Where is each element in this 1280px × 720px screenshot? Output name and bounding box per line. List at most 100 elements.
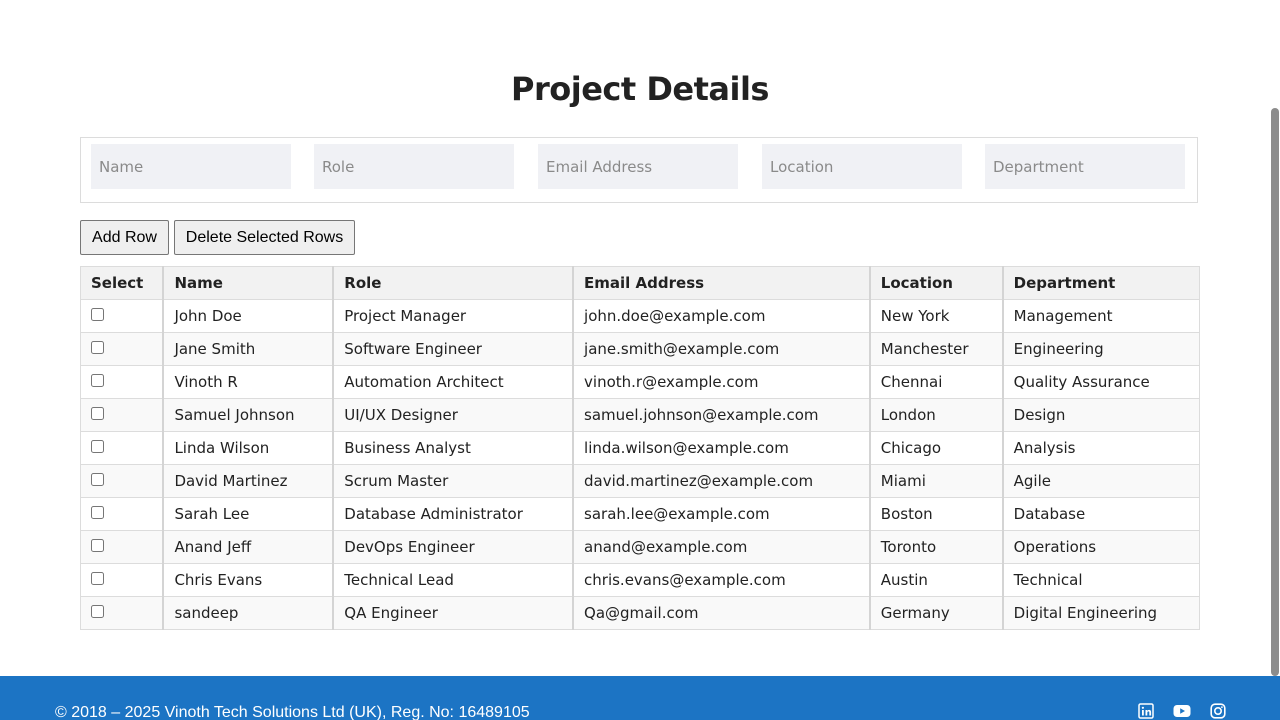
name-cell: Vinoth R xyxy=(162,365,334,399)
table-row: Anand Jeff DevOps Engineer anand@example.c… xyxy=(80,530,1200,564)
role-cell: Technical Lead xyxy=(332,563,574,597)
department-cell: Management xyxy=(1001,299,1200,333)
select-cell xyxy=(80,365,164,399)
email-cell: Qa@gmail.com xyxy=(572,596,871,630)
department-cell: Digital Engineering xyxy=(1001,596,1200,630)
select-cell xyxy=(80,464,164,498)
role-cell: Software Engineer xyxy=(332,332,574,366)
department-cell: Agile xyxy=(1001,464,1200,498)
location-cell: New York xyxy=(868,299,1004,333)
column-header-role: Role xyxy=(332,266,574,300)
scrollbar-thumb[interactable] xyxy=(1271,108,1279,676)
email-input[interactable] xyxy=(538,144,738,189)
location-cell: Germany xyxy=(868,596,1004,630)
department-input[interactable] xyxy=(985,144,1185,189)
role-cell: Project Manager xyxy=(332,299,574,333)
name-cell: John Doe xyxy=(162,299,334,333)
linkedin-icon[interactable] xyxy=(1138,703,1154,719)
select-cell xyxy=(80,299,164,333)
table-row: sandeep QA Engineer Qa@gmail.com Germany Dig… xyxy=(80,596,1200,630)
row-select-checkbox[interactable] xyxy=(91,341,104,354)
location-cell: Miami xyxy=(868,464,1004,498)
select-cell xyxy=(80,497,164,531)
delete-selected-rows-button[interactable]: Delete Selected Rows xyxy=(174,220,355,255)
youtube-icon[interactable] xyxy=(1173,703,1191,719)
row-select-checkbox[interactable] xyxy=(91,440,104,453)
location-cell: London xyxy=(868,398,1004,432)
department-cell: Design xyxy=(1001,398,1200,432)
location-cell: Chennai xyxy=(868,365,1004,399)
name-input[interactable] xyxy=(91,144,291,189)
select-cell xyxy=(80,563,164,597)
table-row: Jane Smith Software Engineer jane.smith@ex… xyxy=(80,332,1200,366)
role-cell: Scrum Master xyxy=(332,464,574,498)
row-select-checkbox[interactable] xyxy=(91,473,104,486)
column-header-department: Department xyxy=(1001,266,1200,300)
email-cell: sarah.lee@example.com xyxy=(572,497,871,531)
table-header-row: Select Name Role Email Address Location … xyxy=(80,266,1200,300)
role-input[interactable] xyxy=(314,144,514,189)
select-cell xyxy=(80,596,164,630)
add-row-form xyxy=(80,137,1198,203)
column-header-email: Email Address xyxy=(572,266,871,300)
location-cell: Manchester xyxy=(868,332,1004,366)
email-cell: samuel.johnson@example.com xyxy=(572,398,871,432)
row-select-checkbox[interactable] xyxy=(91,605,104,618)
page-title: Project Details xyxy=(511,70,769,108)
role-cell: Business Analyst xyxy=(332,431,574,465)
role-cell: QA Engineer xyxy=(332,596,574,630)
name-cell: sandeep xyxy=(162,596,334,630)
department-cell: Database xyxy=(1001,497,1200,531)
department-cell: Engineering xyxy=(1001,332,1200,366)
name-cell: Jane Smith xyxy=(162,332,334,366)
row-select-checkbox[interactable] xyxy=(91,539,104,552)
email-cell: david.martinez@example.com xyxy=(572,464,871,498)
row-select-checkbox[interactable] xyxy=(91,407,104,420)
name-cell: Chris Evans xyxy=(162,563,334,597)
role-cell: Automation Architect xyxy=(332,365,574,399)
select-cell xyxy=(80,530,164,564)
location-cell: Chicago xyxy=(868,431,1004,465)
table-row: Vinoth R Automation Architect vinoth.r@exa… xyxy=(80,365,1200,399)
page: Project Details Add Row Delete Selected … xyxy=(0,0,1280,720)
location-cell: Toronto xyxy=(868,530,1004,564)
email-cell: jane.smith@example.com xyxy=(572,332,871,366)
role-cell: Database Administrator xyxy=(332,497,574,531)
project-table: Select Name Role Email Address Location … xyxy=(80,266,1200,630)
table-row: Chris Evans Technical Lead chris.evans@exa… xyxy=(80,563,1200,597)
department-cell: Operations xyxy=(1001,530,1200,564)
footer-copyright: © 2018 – 2025 Vinoth Tech Solutions Ltd … xyxy=(55,704,530,720)
table-row: Linda Wilson Business Analyst linda.wilson… xyxy=(80,431,1200,465)
location-input[interactable] xyxy=(762,144,962,189)
role-cell: DevOps Engineer xyxy=(332,530,574,564)
instagram-icon[interactable] xyxy=(1210,703,1226,719)
table-row: John Doe Project Manager john.doe@example.… xyxy=(80,299,1200,333)
select-cell xyxy=(80,398,164,432)
email-cell: john.doe@example.com xyxy=(572,299,871,333)
email-cell: chris.evans@example.com xyxy=(572,563,871,597)
column-header-select: Select xyxy=(80,266,164,300)
table-body: John Doe Project Manager john.doe@example.… xyxy=(80,299,1200,630)
name-cell: Samuel Johnson xyxy=(162,398,334,432)
location-cell: Austin xyxy=(868,563,1004,597)
department-cell: Technical xyxy=(1001,563,1200,597)
email-cell: vinoth.r@example.com xyxy=(572,365,871,399)
email-cell: linda.wilson@example.com xyxy=(572,431,871,465)
add-row-button[interactable]: Add Row xyxy=(80,220,169,255)
row-select-checkbox[interactable] xyxy=(91,374,104,387)
name-cell: Anand Jeff xyxy=(162,530,334,564)
row-select-checkbox[interactable] xyxy=(91,572,104,585)
table-row: David Martinez Scrum Master david.martinez… xyxy=(80,464,1200,498)
department-cell: Analysis xyxy=(1001,431,1200,465)
row-select-checkbox[interactable] xyxy=(91,308,104,321)
table-row: Samuel Johnson UI/UX Designer samuel.johns… xyxy=(80,398,1200,432)
name-cell: David Martinez xyxy=(162,464,334,498)
name-cell: Linda Wilson xyxy=(162,431,334,465)
name-cell: Sarah Lee xyxy=(162,497,334,531)
location-cell: Boston xyxy=(868,497,1004,531)
role-cell: UI/UX Designer xyxy=(332,398,574,432)
footer: © 2018 – 2025 Vinoth Tech Solutions Ltd … xyxy=(0,676,1280,720)
column-header-name: Name xyxy=(162,266,334,300)
select-cell xyxy=(80,431,164,465)
row-select-checkbox[interactable] xyxy=(91,506,104,519)
